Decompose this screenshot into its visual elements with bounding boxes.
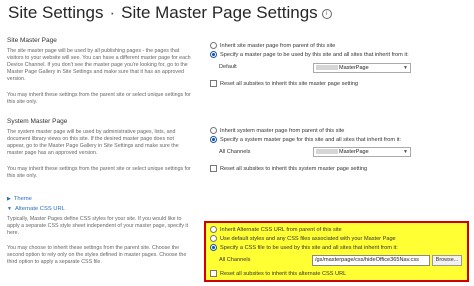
system-master-reset-label: Reset all subsites to inherit this syste… [220,165,368,172]
alt-css-inherit-label: Inherit Alternate CSS URL from parent of… [220,226,342,233]
browse-button[interactable]: Browse... [432,255,462,266]
site-master-select[interactable]: MasterPage ▼ [313,63,411,73]
site-master-inherit-option[interactable]: Inherit site master page from parent of … [210,42,335,49]
site-master-specify-label: Specify a master page to be used by this… [220,51,409,58]
alt-css-description: Typically, Master Pages define CSS style… [7,216,189,237]
breadcrumb-separator: · [109,3,116,22]
site-master-select-value: MasterPage [339,65,369,71]
page-title-text: Site Master Page Settings [121,3,318,22]
radio-specify-site-master[interactable] [210,51,217,58]
site-master-inherit-label: Inherit site master page from parent of … [220,42,336,49]
alt-css-channel-label: All Channels [219,257,251,263]
site-master-reset-option[interactable]: Reset all subsites to inherit this site … [210,80,358,87]
alt-css-reset-label: Reset all subsites to inherit this alter… [220,270,347,277]
system-master-reset-option[interactable]: Reset all subsites to inherit this syste… [210,165,367,172]
nav-theme-label: Theme [13,196,32,202]
system-master-inherit-option[interactable]: Inherit system master page from parent o… [210,127,344,134]
alt-css-default-option[interactable]: Use default styles and any CSS files ass… [210,235,396,242]
alt-css-default-label: Use default styles and any CSS files ass… [220,235,396,242]
page-title: Site Settings · Site Master Page Settings i [8,3,332,23]
system-master-inherit-label: Inherit system master page from parent o… [220,127,345,134]
breadcrumb-site-settings[interactable]: Site Settings [8,3,103,22]
radio-inherit-site-master[interactable] [210,42,217,49]
site-master-description: The site master page will be used by all… [7,48,191,83]
nav-alt-css-link[interactable]: ▼ Alternate CSS URL [7,206,65,212]
alt-css-reset-option[interactable]: Reset all subsites to inherit this alter… [210,270,346,277]
radio-specify-css[interactable] [210,244,217,251]
radio-inherit-system-master[interactable] [210,127,217,134]
info-icon[interactable]: i [321,8,332,19]
system-master-select-value: MasterPage [339,149,369,155]
site-master-specify-option[interactable]: Specify a master page to be used by this… [210,51,409,58]
alt-css-inherit-note: You may choose to inherit these settings… [7,245,187,266]
redacted-prefix [316,149,338,155]
nav-theme-link[interactable]: ▶ Theme [7,196,32,202]
site-master-channel-label: Default [219,64,237,70]
alt-css-specify-label: Specify a CSS file to be used by this si… [220,244,398,251]
css-url-input[interactable]: /gs/masterpage/css/hideOffice365Nav.css [312,255,430,266]
radio-default-styles[interactable] [210,235,217,242]
chevron-down-icon: ▼ [403,65,408,71]
redacted-prefix [316,65,338,71]
system-master-heading: System Master Page [7,118,68,125]
system-master-specify-option[interactable]: Specify a system master page for this si… [210,136,401,143]
alt-css-specify-option[interactable]: Specify a CSS file to be used by this si… [210,244,398,251]
system-master-select[interactable]: MasterPage ▼ [313,147,411,157]
chevron-down-icon: ▼ [7,206,12,212]
system-master-inherit-note: You may inherit these settings from the … [7,166,191,180]
checkbox-reset-site-master[interactable] [210,80,217,87]
site-master-inherit-note: You may inherit these settings from the … [7,92,191,106]
system-master-channel-label: All Channels [219,149,251,155]
chevron-right-icon: ▶ [7,196,11,202]
radio-inherit-alt-css[interactable] [210,226,217,233]
radio-specify-system-master[interactable] [210,136,217,143]
nav-alt-css-label: Alternate CSS URL [14,206,65,212]
chevron-down-icon: ▼ [403,149,408,155]
system-master-specify-label: Specify a system master page for this si… [220,136,401,143]
site-master-reset-label: Reset all subsites to inherit this site … [220,80,359,87]
system-master-description: The system master page will be used by a… [7,129,179,157]
checkbox-reset-alt-css[interactable] [210,270,217,277]
alt-css-inherit-option[interactable]: Inherit Alternate CSS URL from parent of… [210,226,342,233]
site-master-heading: Site Master Page [7,37,57,44]
checkbox-reset-system-master[interactable] [210,165,217,172]
